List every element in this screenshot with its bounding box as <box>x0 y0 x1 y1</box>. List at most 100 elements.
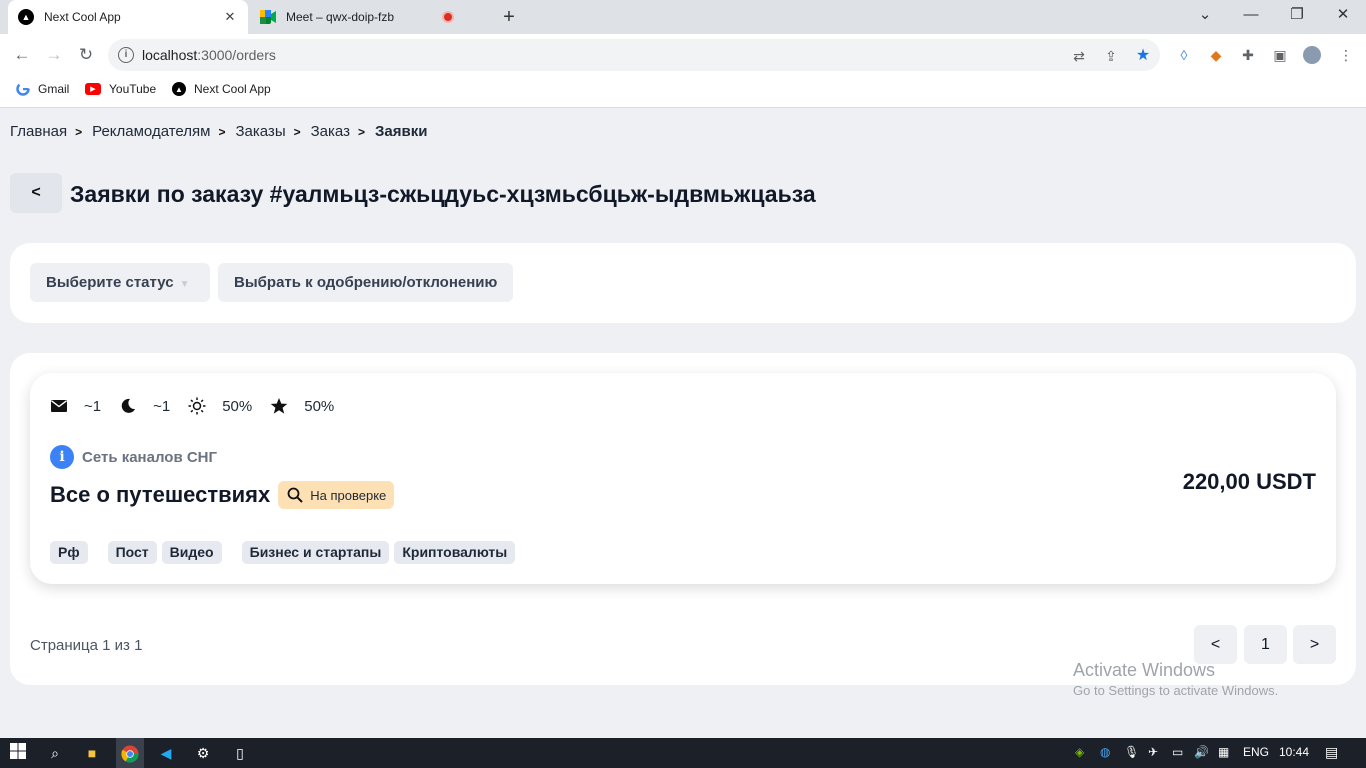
keyboard-tray-icon[interactable]: ▦ <box>1218 745 1229 759</box>
notifications-icon[interactable]: ▤ <box>1325 744 1338 761</box>
breadcrumb-orders[interactable]: Заказы <box>235 123 285 140</box>
profile-avatar[interactable] <box>1303 46 1321 64</box>
bookmarks-bar: Gmail ▶ YouTube ▲ Next Cool App <box>0 76 1366 108</box>
nvidia-tray-icon[interactable]: ◈ <box>1075 745 1084 759</box>
chevron-down-icon: ▼ <box>179 279 190 290</box>
microphone-tray-icon[interactable]: 🎙 <box>1124 745 1139 759</box>
clock-time[interactable]: 10:44 <box>1279 745 1309 759</box>
breadcrumb: Главная > Рекламодателям > Заказы > Зака… <box>10 123 435 140</box>
bookmark-youtube[interactable]: ▶ YouTube <box>85 82 156 96</box>
stat-mail-value: ~1 <box>84 397 102 415</box>
page-1-button[interactable]: 1 <box>1244 625 1287 664</box>
page-content: Главная > Рекламодателям > Заказы > Зака… <box>0 109 1366 738</box>
extension-drop-icon[interactable]: ◊ <box>1175 46 1193 64</box>
channel-network: i Сеть каналов СНГ <box>50 445 217 469</box>
google-g-icon <box>16 82 30 96</box>
bookmark-gmail[interactable]: Gmail <box>16 82 69 96</box>
airplane-tray-icon[interactable]: ✈ <box>1148 745 1158 759</box>
close-tab-icon[interactable]: ✕ <box>222 9 238 25</box>
request-card[interactable]: ~1 ~1 50% 50% i Сеть каналов СНГ Все о п… <box>30 373 1336 584</box>
back-button[interactable]: < <box>10 173 62 213</box>
channel-row: Все о путешествиях На проверке <box>50 481 395 509</box>
breadcrumb-advertisers[interactable]: Рекламодателям <box>92 123 210 140</box>
search-icon[interactable]: ⌕ <box>45 743 65 763</box>
next-page-button[interactable]: > <box>1293 625 1336 664</box>
status-badge: На проверке <box>278 481 395 509</box>
bookmark-star-icon[interactable]: ★ <box>1134 47 1152 65</box>
site-info-icon[interactable]: i <box>118 47 134 63</box>
new-tab-button[interactable]: + <box>498 6 520 28</box>
prev-page-button[interactable]: < <box>1194 625 1237 664</box>
select-for-approval-button[interactable]: Выбрать к одобрению/отклонению <box>218 263 514 302</box>
moon-icon <box>119 397 137 415</box>
tab-title: Next Cool App <box>44 10 121 24</box>
channel-stats: ~1 ~1 50% 50% <box>50 397 352 415</box>
search-icon <box>286 486 304 504</box>
bookmark-next-cool-app[interactable]: ▲ Next Cool App <box>172 82 271 96</box>
stat-day-value: 50% <box>222 397 253 415</box>
channel-name[interactable]: Все о путешествиях <box>50 482 270 508</box>
extensions-puzzle-icon[interactable]: ✚ <box>1239 46 1257 64</box>
windows-start-icon[interactable] <box>8 743 28 763</box>
settings-gear-icon[interactable]: ⚙ <box>193 743 213 763</box>
back-arrow-icon[interactable]: ← <box>10 43 34 67</box>
network-name: Сеть каналов СНГ <box>82 448 218 466</box>
order-price: 220,00 USDT <box>1182 469 1316 494</box>
minimize-icon[interactable]: — <box>1228 0 1274 34</box>
side-panel-icon[interactable]: ▣ <box>1271 46 1289 64</box>
close-window-icon[interactable]: ✕ <box>1320 0 1366 34</box>
breadcrumb-order[interactable]: Заказ <box>311 123 350 140</box>
translate-icon[interactable]: ⇄ <box>1070 47 1088 65</box>
breadcrumb-home[interactable]: Главная <box>10 123 67 140</box>
file-explorer-icon[interactable]: ■ <box>82 743 102 763</box>
tag-topic-crypto: Криптовалюты <box>394 541 516 564</box>
nextjs-favicon-icon: ▲ <box>172 82 186 96</box>
browser-toolbar: ← → ↻ i localhost:3000/orders ⇄ ⇪ ★ ◊ ◆ … <box>0 34 1366 76</box>
notepad-icon[interactable]: ▯ <box>230 743 250 763</box>
stat-rating-value: 50% <box>304 397 335 415</box>
requests-list: ~1 ~1 50% 50% i Сеть каналов СНГ Все о п… <box>10 353 1356 685</box>
chevron-right-icon: > <box>218 124 226 139</box>
browser-menu-icon[interactable]: ⋮ <box>1337 46 1355 64</box>
network-globe-tray-icon[interactable]: ◍ <box>1100 745 1110 759</box>
channel-tags: Рф Пост Видео Бизнес и стартапы Криптова… <box>50 541 520 564</box>
tab-next-cool-app[interactable]: ▲ Next Cool App ✕ <box>8 0 248 34</box>
sun-icon <box>188 397 206 415</box>
info-circle-icon: i <box>50 445 74 469</box>
windows-activation-watermark: Activate Windows Go to Settings to activ… <box>1073 660 1279 698</box>
vscode-icon[interactable]: ◀ <box>156 743 176 763</box>
tab-search-chevron-icon[interactable]: ⌄ <box>1182 0 1228 34</box>
address-bar[interactable]: i localhost:3000/orders ⇄ ⇪ ★ <box>108 39 1160 71</box>
chevron-right-icon: > <box>75 124 83 139</box>
page-title: Заявки по заказу #уалмьцз-сжьцдуьс-хцзмь… <box>70 181 816 207</box>
input-language[interactable]: ENG <box>1243 745 1269 759</box>
google-meet-icon <box>260 10 276 24</box>
status-select[interactable]: Выберите статус ▼ <box>30 263 210 302</box>
windows-taskbar: ⌕ ■ ◀ ⚙ ▯ ◈ ◍ 🎙 ✈ ▭ 🔊 ▦ ENG 10:44 ▤ <box>0 738 1366 768</box>
tab-meet[interactable]: Meet – qwx-doip-fzb <box>250 0 484 34</box>
nextjs-favicon-icon: ▲ <box>18 9 34 25</box>
forward-arrow-icon[interactable]: → <box>42 43 66 67</box>
chrome-taskbar-icon[interactable] <box>116 738 144 768</box>
filters-panel: Выберите статус ▼ Выбрать к одобрению/отк… <box>10 243 1356 323</box>
chevron-right-icon: > <box>293 124 301 139</box>
tag-format-post: Пост <box>107 541 157 564</box>
maximize-icon[interactable]: ❐ <box>1274 0 1320 34</box>
tag-region: Рф <box>50 541 88 564</box>
url-text: localhost:3000/orders <box>142 47 276 63</box>
browser-tab-bar: ▲ Next Cool App ✕ Meet – qwx-doip-fzb + … <box>0 0 1366 34</box>
tab-title: Meet – qwx-doip-fzb <box>286 10 395 24</box>
stat-night-value: ~1 <box>153 397 171 415</box>
breadcrumb-requests: Заявки <box>375 123 428 140</box>
tag-topic-business: Бизнес и стартапы <box>241 541 390 564</box>
reload-icon[interactable]: ↻ <box>74 43 98 67</box>
battery-tray-icon[interactable]: ▭ <box>1172 745 1183 759</box>
envelope-icon <box>50 397 68 415</box>
youtube-icon: ▶ <box>85 83 101 95</box>
chevron-right-icon: > <box>357 124 365 139</box>
metamask-fox-icon[interactable]: ◆ <box>1207 46 1225 64</box>
star-icon <box>270 397 288 415</box>
volume-tray-icon[interactable]: 🔊 <box>1194 745 1209 759</box>
recording-indicator-icon <box>442 11 454 23</box>
share-icon[interactable]: ⇪ <box>1102 47 1120 65</box>
